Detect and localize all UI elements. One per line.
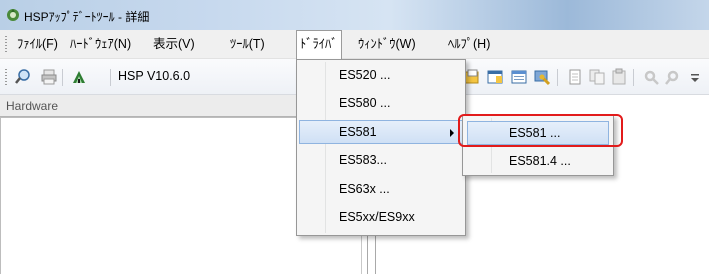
toolbar-separator bbox=[62, 69, 63, 86]
printer-icon[interactable] bbox=[40, 68, 58, 86]
configure-icon[interactable] bbox=[533, 68, 551, 86]
submenu-arrow-icon bbox=[450, 129, 454, 137]
submenu-item-es581[interactable]: ES581 ... bbox=[467, 121, 609, 145]
search-icon[interactable] bbox=[14, 68, 32, 86]
driver-menu-item-es581-label: ES581 bbox=[339, 125, 377, 139]
menu-driver[interactable]: ﾄﾞﾗｲﾊﾞ bbox=[296, 30, 342, 60]
copy-icon[interactable] bbox=[588, 68, 606, 86]
toolbar-separator bbox=[633, 69, 634, 86]
driver-menu-item-es5xx-es9xx[interactable]: ES5xx/ES9xx bbox=[299, 205, 463, 229]
driver-menu-item-es581[interactable]: ES581 bbox=[299, 120, 463, 144]
properties-icon[interactable] bbox=[486, 68, 504, 86]
menu-view[interactable]: 表示(V) bbox=[150, 30, 198, 59]
menu-file[interactable]: ﾌｧｲﾙ(F) bbox=[14, 30, 61, 59]
driver-menu-item-es63x[interactable]: ES63x ... bbox=[299, 177, 463, 201]
update-icon[interactable] bbox=[70, 68, 88, 86]
toolbar-grip bbox=[5, 69, 7, 86]
window-title: HSPｱｯﾌﾟﾃﾞｰﾄﾂｰﾙ - 詳細 bbox=[24, 10, 150, 24]
driver-menu-item-es583[interactable]: ES583... bbox=[299, 148, 463, 172]
window-icon[interactable] bbox=[510, 68, 528, 86]
version-label: HSP V10.6.0 bbox=[118, 69, 191, 83]
toolbar-overflow-icon[interactable] bbox=[688, 68, 702, 86]
settings-alt-icon[interactable] bbox=[664, 68, 682, 86]
toolbar-separator bbox=[557, 69, 558, 86]
settings-icon[interactable] bbox=[642, 68, 660, 86]
driver-menu: ES520 ... ES580 ... ES581 ES583... ES63x… bbox=[296, 59, 466, 236]
es581-submenu: ES581 ... ES581.4 ... bbox=[462, 115, 614, 176]
submenu-item-es581-4[interactable]: ES581.4 ... bbox=[467, 149, 609, 173]
menu-help[interactable]: ﾍﾙﾌﾟ(H) bbox=[445, 30, 493, 59]
menu-bar: ﾌｧｲﾙ(F) ﾊｰﾄﾞｳｪｱ(N) 表示(V) ﾂｰﾙ(T) ﾄﾞﾗｲﾊﾞ ｳ… bbox=[0, 30, 709, 60]
driver-menu-item-es520[interactable]: ES520 ... bbox=[299, 63, 463, 87]
menu-tools[interactable]: ﾂｰﾙ(T) bbox=[227, 30, 268, 59]
menu-hardware[interactable]: ﾊｰﾄﾞｳｪｱ(N) bbox=[67, 30, 134, 59]
app-icon bbox=[7, 9, 19, 21]
title-bar: HSPｱｯﾌﾟﾃﾞｰﾄﾂｰﾙ - 詳細 bbox=[0, 0, 709, 30]
paste-icon[interactable] bbox=[610, 68, 628, 86]
page-icon[interactable] bbox=[566, 68, 584, 86]
menubar-grip bbox=[5, 36, 7, 53]
driver-menu-item-es580[interactable]: ES580 ... bbox=[299, 91, 463, 115]
menu-window[interactable]: ｳｨﾝﾄﾞｳ(W) bbox=[355, 30, 419, 59]
toolbar-separator bbox=[110, 69, 111, 86]
